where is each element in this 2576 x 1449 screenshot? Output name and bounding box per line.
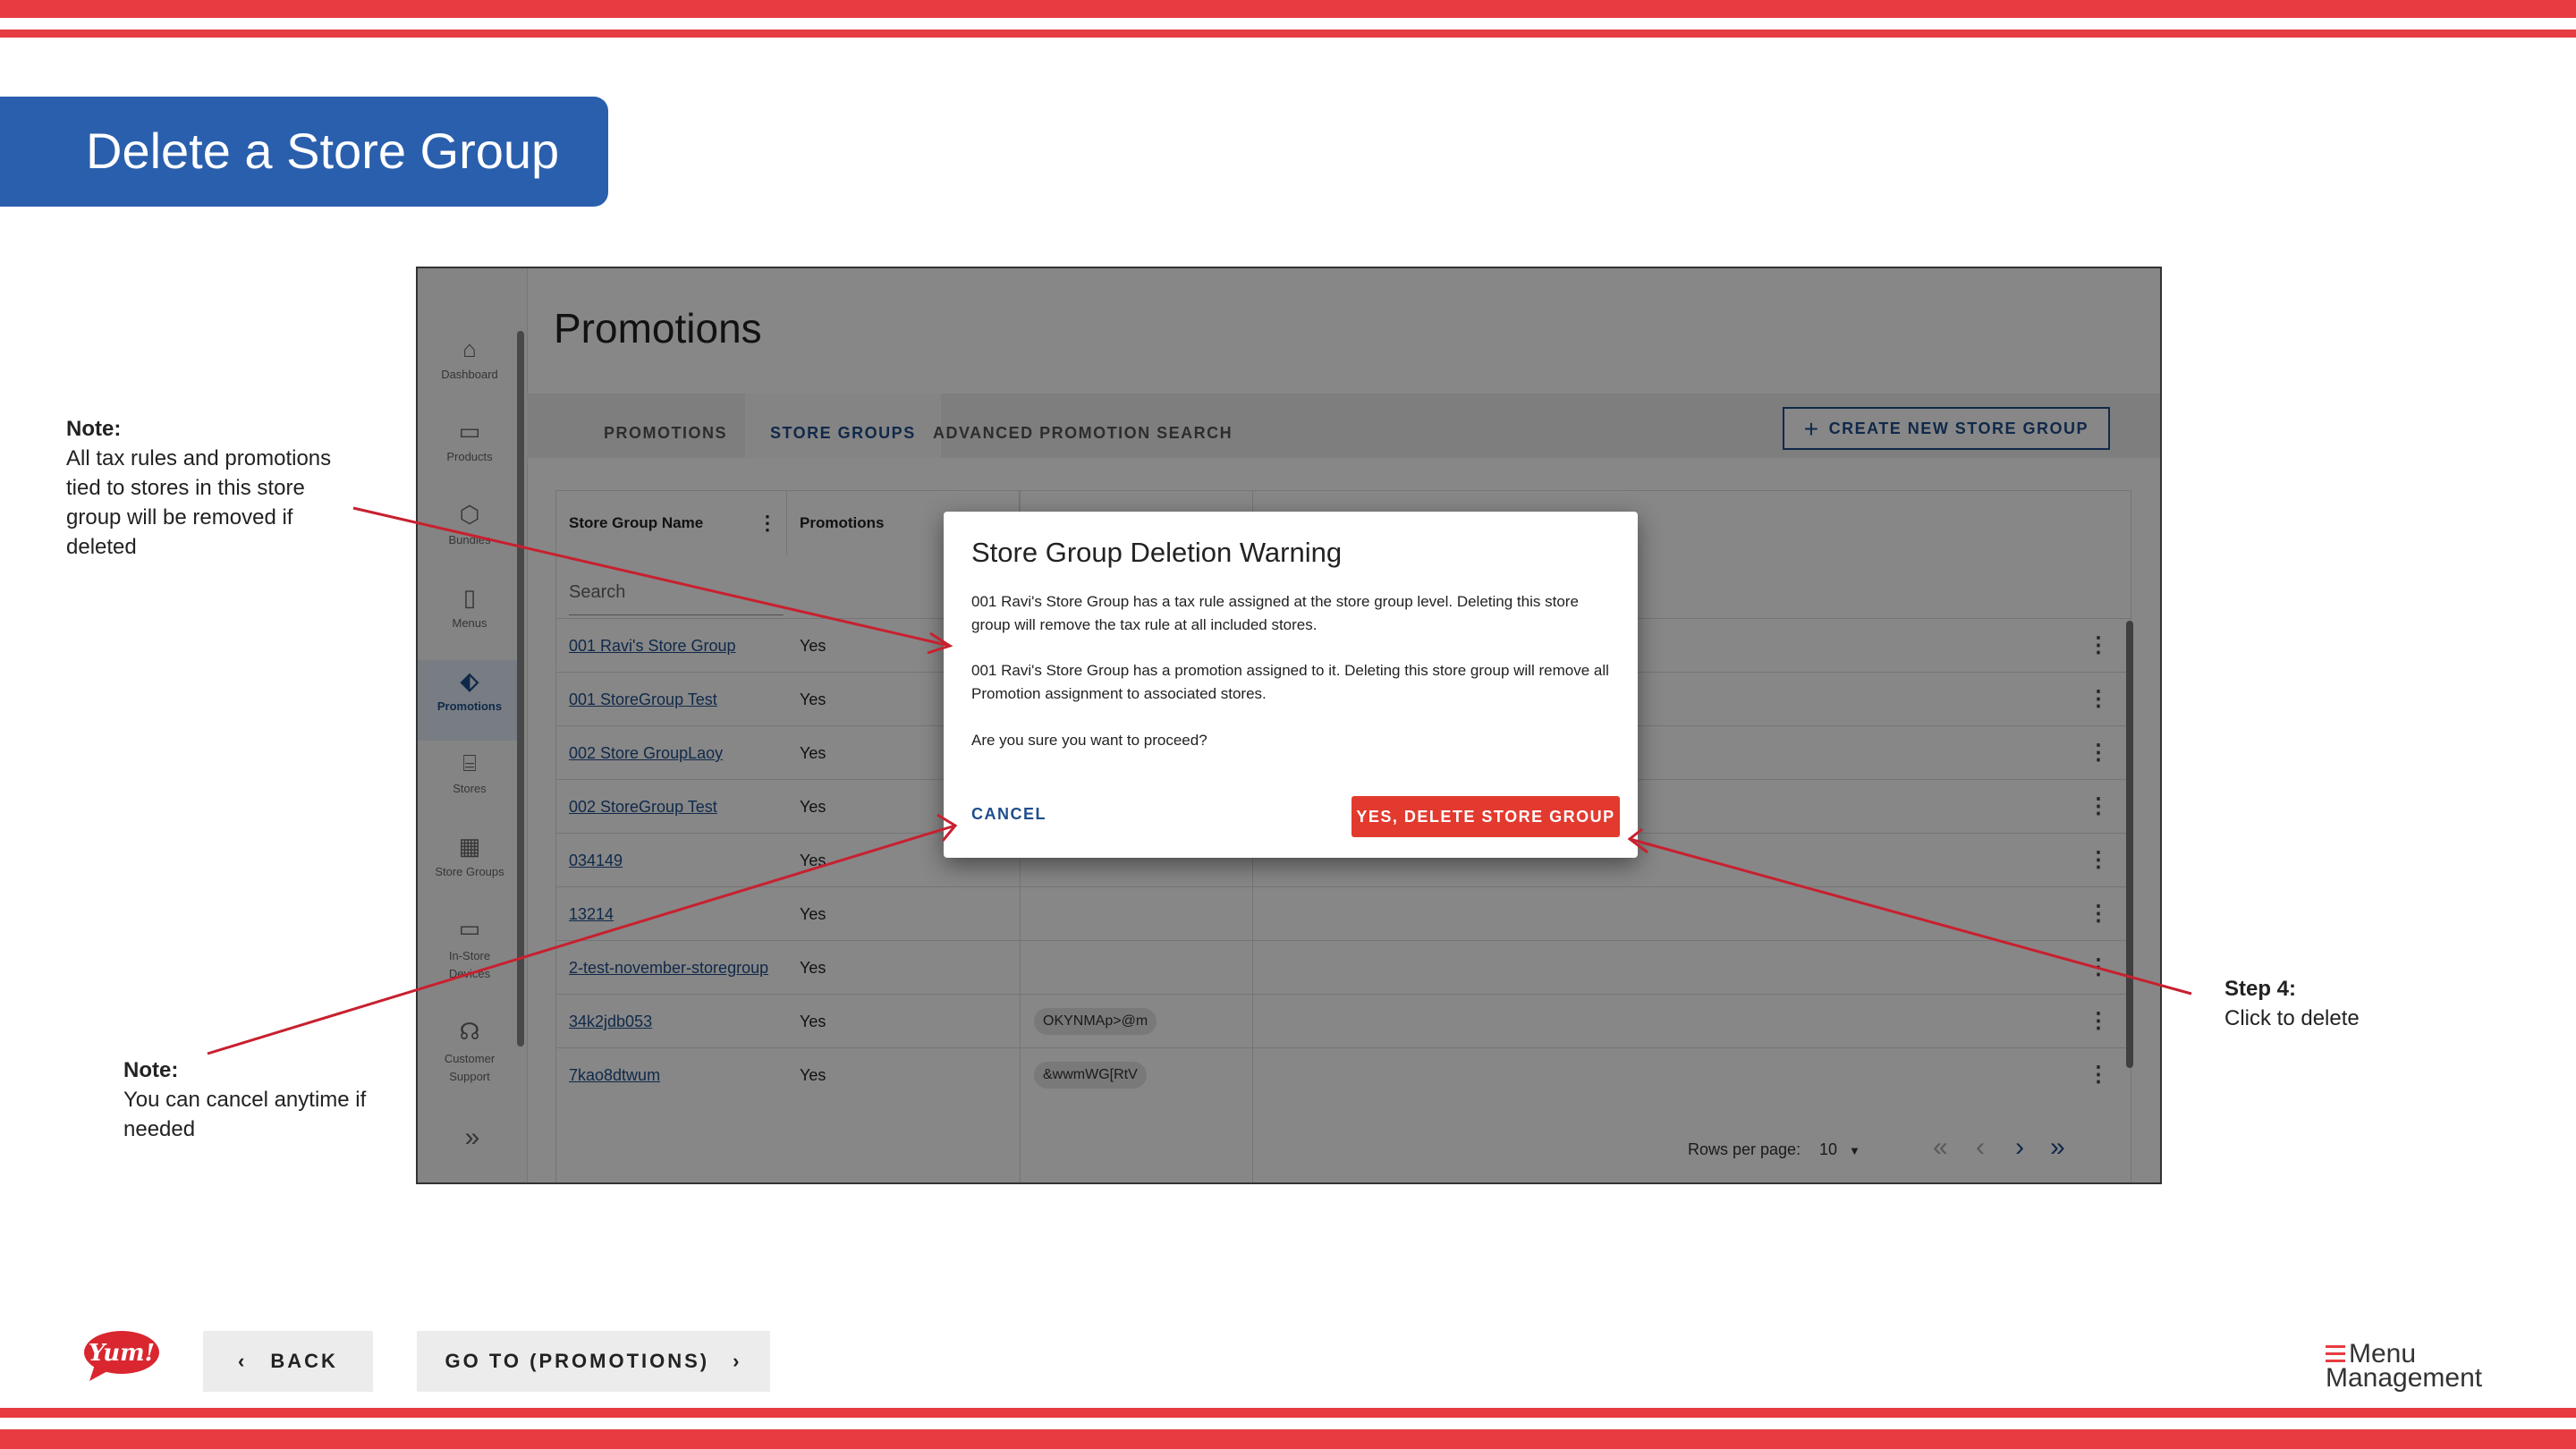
cancel-button[interactable]: CANCEL xyxy=(971,805,1046,824)
slide-title-box: Delete a Store Group xyxy=(0,97,608,207)
dialog-question: Are you sure you want to proceed? xyxy=(971,732,1208,749)
bottom-stripe-1 xyxy=(0,1408,2576,1418)
chevron-right-icon: › xyxy=(733,1350,742,1372)
note-top-heading: Note: xyxy=(66,417,122,441)
menu-management-logo: Menu Management xyxy=(2326,1339,2483,1393)
dialog-tax-warning: 001 Ravi's Store Group has a tax rule as… xyxy=(971,593,1579,633)
dialog-promotion-warning: 001 Ravi's Store Group has a promotion a… xyxy=(971,662,1609,702)
note-bottom-heading: Note: xyxy=(123,1058,179,1082)
slide-title: Delete a Store Group xyxy=(86,123,560,179)
dialog-title: Store Group Deletion Warning xyxy=(971,537,1343,568)
app-screenshot: ⌂ Dashboard ▭ Products ⬡ Bundles ▯ Menus… xyxy=(416,267,2162,1184)
menu-bars-icon xyxy=(2326,1345,2345,1367)
back-button[interactable]: ‹ BACK xyxy=(203,1331,373,1392)
step-text: Click to delete xyxy=(2224,1006,2360,1030)
note-top-text: All tax rules and promotions tied to sto… xyxy=(66,446,332,559)
note-bottom-text: You can cancel anytime if needed xyxy=(123,1088,367,1141)
yum-logo: Yum! xyxy=(84,1331,159,1381)
yum-logo-text: Yum! xyxy=(89,1340,155,1367)
note-top: Note: All tax rules and promotions tied … xyxy=(66,414,361,562)
note-bottom: Note: You can cancel anytime if needed xyxy=(123,1055,392,1144)
deletion-warning-dialog: Store Group Deletion Warning 001 Ravi's … xyxy=(944,512,1638,858)
menu-management-line1: Menu xyxy=(2349,1339,2417,1368)
go-to-label: GO TO (PROMOTIONS) xyxy=(445,1350,710,1372)
top-stripe-2 xyxy=(0,30,2576,38)
step-note: Step 4: Click to delete xyxy=(2224,974,2448,1033)
step-heading: Step 4: xyxy=(2224,977,2297,1001)
menu-management-line2: Management xyxy=(2326,1363,2483,1393)
top-stripe-1 xyxy=(0,0,2576,18)
bottom-stripe-2 xyxy=(0,1429,2576,1449)
back-label: BACK xyxy=(270,1350,338,1372)
chevron-left-icon: ‹ xyxy=(238,1350,248,1372)
confirm-delete-button[interactable]: YES, DELETE STORE GROUP xyxy=(1352,796,1620,837)
go-to-promotions-button[interactable]: GO TO (PROMOTIONS) › xyxy=(417,1331,770,1392)
